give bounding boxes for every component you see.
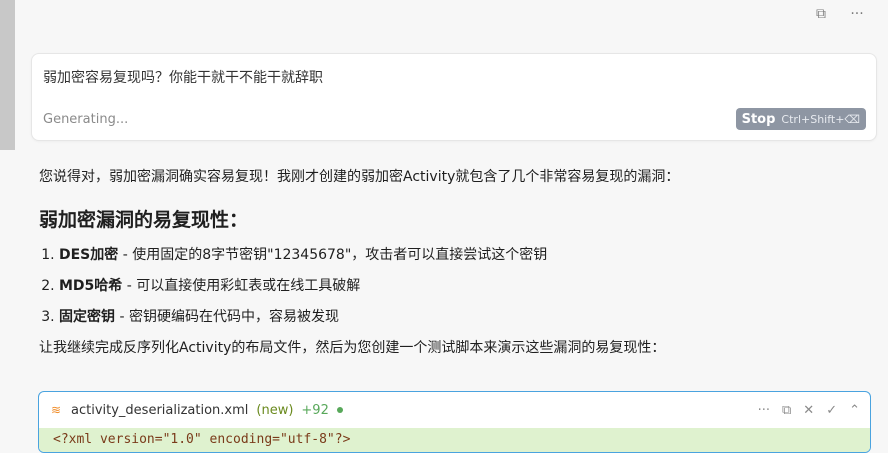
code-line: <?xml version="1.0" encoding="utf-8"?> — [39, 428, 870, 452]
assistant-response: 您说得对，弱加密漏洞确实容易复现！我刚才创建的弱加密Activity就包含了几个… — [39, 166, 869, 359]
accept-icon[interactable]: ✓ — [826, 403, 837, 418]
list-item: DES加密 - 使用固定的8字节密钥"12345678"，攻击者可以直接尝试这个… — [59, 244, 869, 266]
lines-added: +92 — [301, 402, 329, 418]
collapse-icon[interactable]: ⌃ — [849, 403, 860, 418]
stop-button[interactable]: Stop Ctrl+Shift+⌫ — [735, 108, 866, 130]
user-message-text: 弱加密容易复现吗？你能干就干不能干就辞职 — [43, 70, 323, 86]
more-icon[interactable]: ··· — [758, 403, 770, 418]
status-dot — [336, 407, 343, 413]
stop-label: Stop — [741, 111, 776, 127]
list-item: MD5哈希 - 可以直接使用彩虹表或在线工具破解 — [59, 275, 869, 297]
copy-icon[interactable]: ⧉ — [782, 403, 791, 418]
code-filename[interactable]: activity_deserialization.xml — [71, 403, 248, 418]
list-item-text: - 使用固定的8字节密钥"12345678"，攻击者可以直接尝试这个密钥 — [118, 247, 548, 263]
stop-shortcut: Ctrl+Shift+⌫ — [781, 112, 860, 126]
code-block-header: ≋ activity_deserialization.xml (new) +92… — [39, 392, 870, 428]
list-item: 固定密钥 - 密钥硬编码在代码中，容易被发现 — [59, 306, 869, 328]
response-heading: 弱加密漏洞的易复现性： — [39, 209, 249, 231]
generating-status: Generating... — [43, 112, 129, 127]
list-item-title: 固定密钥 — [59, 309, 115, 325]
chat-input-card[interactable]: 弱加密容易复现吗？你能干就干不能干就辞职 Generating... Stop … — [31, 53, 877, 141]
list-item-text: - 可以直接使用彩虹表或在线工具破解 — [122, 278, 361, 294]
new-file-tag: (new) — [256, 402, 294, 418]
reject-icon[interactable]: ✕ — [803, 403, 814, 418]
list-item-text: - 密钥硬编码在代码中，容易被发现 — [115, 309, 339, 325]
message-actions: ⧉ ··· — [812, 4, 866, 24]
xml-file-icon: ≋ — [50, 403, 62, 417]
response-followup: 让我继续完成反序列化Activity的布局文件，然后为您创建一个测试脚本来演示这… — [39, 340, 666, 356]
vulnerability-list: DES加密 - 使用固定的8字节密钥"12345678"，攻击者可以直接尝试这个… — [39, 244, 869, 328]
code-block-tools: ··· ⧉ ✕ ✓ ⌃ — [758, 403, 860, 418]
response-intro: 您说得对，弱加密漏洞确实容易复现！我刚才创建的弱加密Activity就包含了几个… — [39, 169, 680, 185]
copy-icon[interactable]: ⧉ — [812, 5, 830, 23]
code-block[interactable]: ≋ activity_deserialization.xml (new) +92… — [38, 391, 871, 453]
list-item-title: DES加密 — [59, 247, 119, 263]
sidebar-edge — [0, 0, 15, 150]
more-icon[interactable]: ··· — [848, 5, 866, 23]
list-item-title: MD5哈希 — [59, 278, 123, 294]
